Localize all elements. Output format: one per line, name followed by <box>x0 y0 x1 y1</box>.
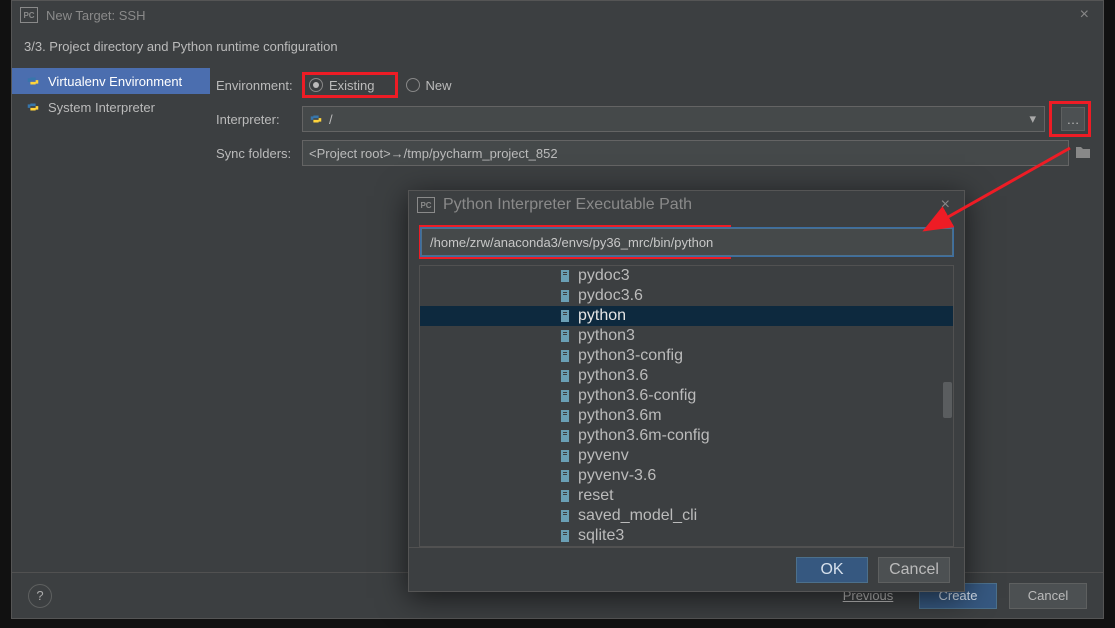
list-item[interactable]: reset <box>420 486 953 506</box>
list-item-label: pyvenv-3.6 <box>578 467 656 485</box>
radio-new[interactable]: New <box>406 78 452 93</box>
list-item[interactable]: python3.6m <box>420 406 953 426</box>
list-item-label: python3.6m-config <box>578 427 710 445</box>
list-item-label: pyvenv <box>578 447 629 465</box>
radio-icon <box>406 78 420 92</box>
titlebar: PC New Target: SSH × <box>12 1 1103 29</box>
interpreter-value: / <box>329 112 333 127</box>
list-item-label: python3.6 <box>578 367 648 385</box>
interpreter-label: Interpreter: <box>216 112 302 127</box>
python-icon <box>26 74 40 88</box>
popup-titlebar: PC Python Interpreter Executable Path × <box>409 191 964 219</box>
list-item[interactable]: pyvenv <box>420 446 953 466</box>
list-item[interactable]: pydoc3 <box>420 266 953 286</box>
sync-folders-label: Sync folders: <box>216 146 302 161</box>
list-item[interactable]: python3.6 <box>420 366 953 386</box>
python-icon <box>309 112 323 126</box>
list-item-label: python3-config <box>578 347 683 365</box>
cancel-button[interactable]: Cancel <box>1009 583 1087 609</box>
scrollbar-thumb[interactable] <box>943 382 952 418</box>
ok-button[interactable]: OK <box>796 557 868 583</box>
dialog-interpreter-path: PC Python Interpreter Executable Path × … <box>408 190 965 592</box>
list-item-label: python3.6-config <box>578 387 696 405</box>
list-item[interactable]: python3.6-config <box>420 386 953 406</box>
list-item-label: pydoc3.6 <box>578 287 643 305</box>
list-item-label: saved_model_cli <box>578 507 697 525</box>
file-icon <box>560 270 572 282</box>
chevron-down-icon: ▾ <box>1029 111 1036 127</box>
file-icon <box>560 370 572 382</box>
folder-icon[interactable] <box>1075 145 1091 162</box>
list-item-label: reset <box>578 487 614 505</box>
browse-interpreter-button[interactable]: … <box>1061 107 1085 131</box>
file-icon <box>560 330 572 342</box>
help-button[interactable]: ? <box>28 584 52 608</box>
list-item[interactable]: python3.6m-config <box>420 426 953 446</box>
sidebar: Virtualenv Environment System Interprete… <box>12 66 210 566</box>
close-icon[interactable]: × <box>935 196 956 214</box>
file-icon <box>560 290 572 302</box>
environment-label: Environment: <box>216 78 302 93</box>
sidebar-item-virtualenv[interactable]: Virtualenv Environment <box>12 68 210 94</box>
list-item-label: sqlite3 <box>578 527 624 545</box>
cancel-button[interactable]: Cancel <box>878 557 950 583</box>
radio-existing[interactable]: Existing <box>309 78 375 93</box>
popup-footer: OK Cancel <box>409 547 964 591</box>
path-suggestions-list: pydoc3 pydoc3.6 python python3 python3-confi… <box>419 265 954 547</box>
sidebar-item-system-interpreter[interactable]: System Interpreter <box>12 94 210 120</box>
step-subtitle: 3/3. Project directory and Python runtim… <box>12 29 1103 66</box>
sync-folders-value: <Project root>→/tmp/pycharm_project_852 <box>309 146 558 161</box>
list-item[interactable]: pydoc3.6 <box>420 286 953 306</box>
file-icon <box>560 430 572 442</box>
radio-existing-label: Existing <box>329 78 375 93</box>
python-icon <box>26 100 40 114</box>
file-icon <box>560 410 572 422</box>
sidebar-item-label: System Interpreter <box>48 100 155 115</box>
radio-new-label: New <box>426 78 452 93</box>
interpreter-path-input[interactable] <box>421 228 953 256</box>
list-item[interactable]: python3-config <box>420 346 953 366</box>
file-icon <box>560 390 572 402</box>
window-title: New Target: SSH <box>46 8 145 23</box>
row-interpreter: Interpreter: / ▾ … <box>216 102 1091 136</box>
list-item[interactable]: pyvenv-3.6 <box>420 466 953 486</box>
sidebar-item-label: Virtualenv Environment <box>48 74 182 89</box>
close-icon[interactable]: × <box>1074 6 1095 24</box>
pycharm-icon: PC <box>20 7 38 23</box>
interpreter-dropdown[interactable]: / ▾ <box>302 106 1045 132</box>
list-item[interactable]: python3 <box>420 326 953 346</box>
file-icon <box>560 530 572 542</box>
sync-folders-input[interactable]: <Project root>→/tmp/pycharm_project_852 <box>302 140 1069 166</box>
file-icon <box>560 350 572 362</box>
list-item-label: python3.6m <box>578 407 662 425</box>
pycharm-icon: PC <box>417 197 435 213</box>
list-item-label: pydoc3 <box>578 267 630 285</box>
list-item-label: python <box>578 307 626 325</box>
list-item-label: python3 <box>578 327 635 345</box>
file-icon <box>560 490 572 502</box>
list-item[interactable]: saved_model_cli <box>420 506 953 526</box>
file-icon <box>560 470 572 482</box>
list-item[interactable]: python <box>420 306 953 326</box>
row-environment: Environment: Existing New <box>216 68 1091 102</box>
popup-title: Python Interpreter Executable Path <box>443 196 692 214</box>
file-icon <box>560 310 572 322</box>
row-sync-folders: Sync folders: <Project root>→/tmp/pychar… <box>216 136 1091 170</box>
file-icon <box>560 510 572 522</box>
list-item[interactable]: sqlite3 <box>420 526 953 546</box>
radio-icon <box>309 78 323 92</box>
file-icon <box>560 450 572 462</box>
